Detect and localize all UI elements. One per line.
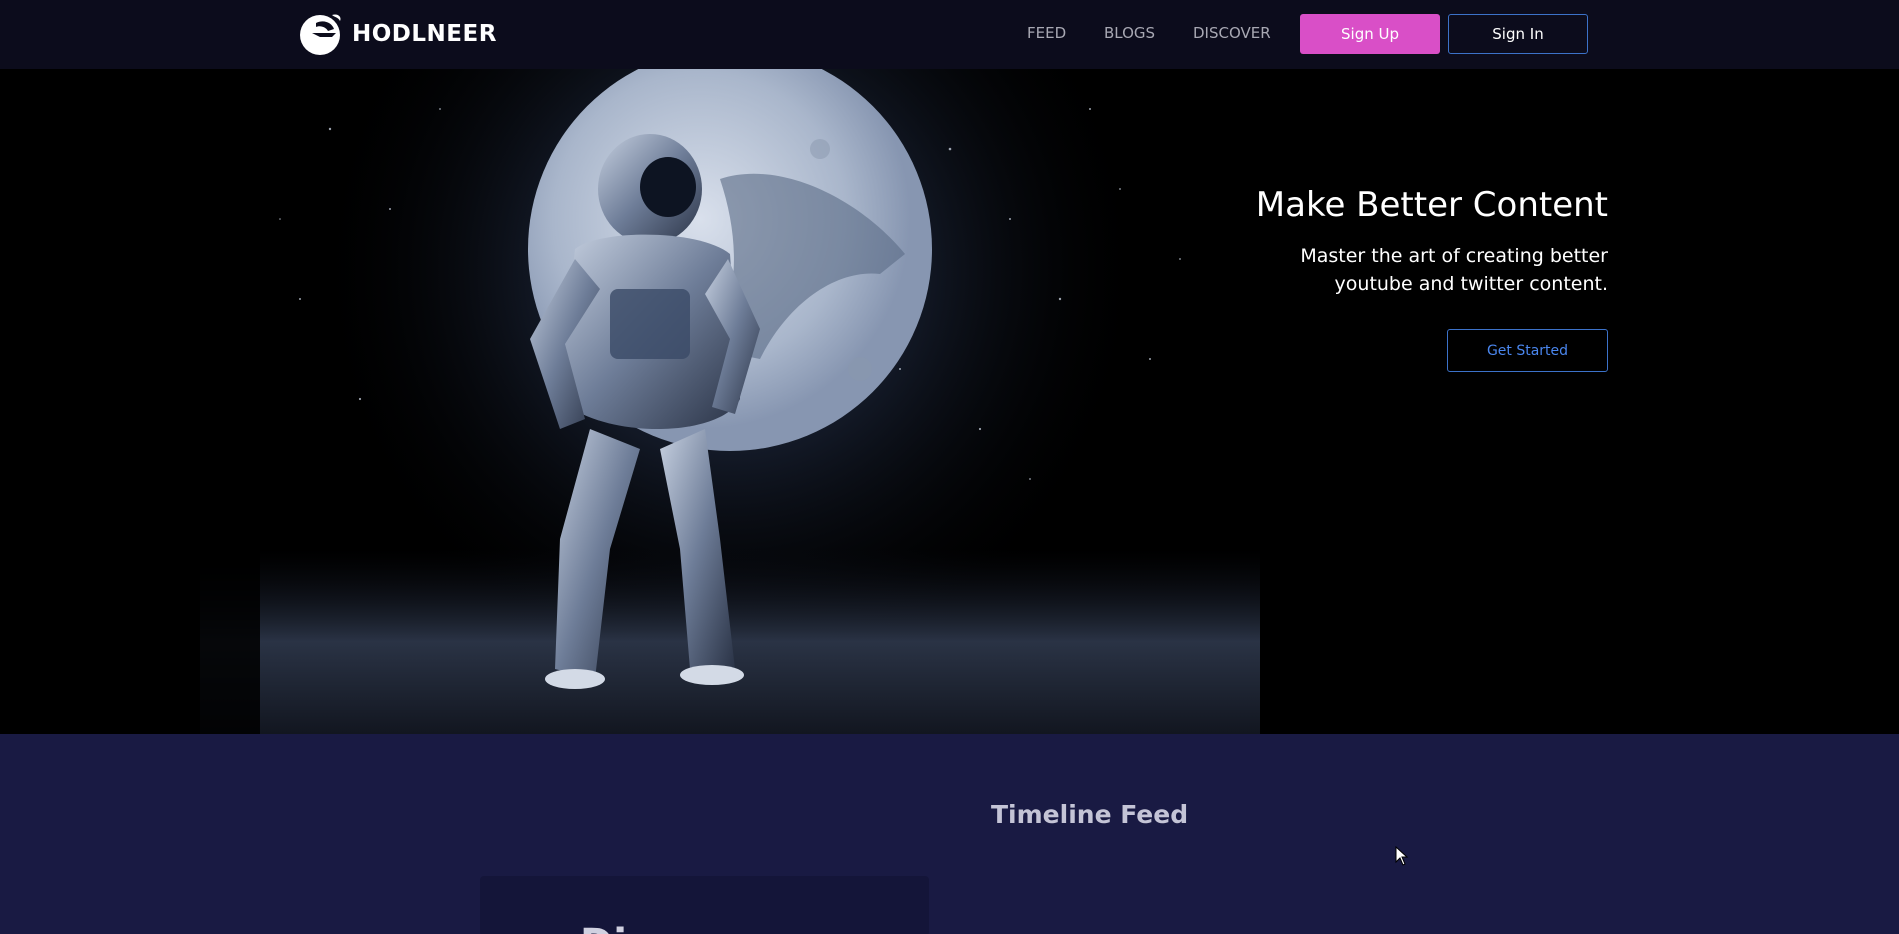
hero-subtitle-line-1: Master the art of creating better <box>1300 245 1608 267</box>
get-started-button[interactable]: Get Started <box>1447 329 1608 372</box>
hero-title: Make Better Content <box>1255 185 1608 225</box>
brand-logo[interactable]: HODLNEER <box>298 11 497 57</box>
hero-section: Make Better Content Master the art of cr… <box>0 69 1899 734</box>
sign-up-button[interactable]: Sign Up <box>1300 14 1440 54</box>
nav-link-feed[interactable]: FEED <box>1027 24 1066 42</box>
hero-subtitle-line-2: youtube and twitter content. <box>1334 273 1608 295</box>
sign-in-button[interactable]: Sign In <box>1448 14 1588 54</box>
nav-link-blogs[interactable]: BLOGS <box>1104 24 1155 42</box>
mouse-cursor-icon <box>1395 846 1409 866</box>
logo-text: HODLNEER <box>352 21 497 47</box>
hero-subtitle: Master the art of creating better youtub… <box>1048 242 1608 298</box>
nav-link-discover[interactable]: DISCOVER <box>1193 24 1271 42</box>
astronaut-moon-illustration <box>0 69 1899 734</box>
card-heading-text: Di.... <box>580 924 700 934</box>
timeline-section: Timeline Feed Di.... <box>0 734 1899 934</box>
card-heading: Di.... <box>580 924 700 934</box>
logo-icon <box>300 14 341 55</box>
timeline-feed-title: Timeline Feed <box>991 800 1189 829</box>
sidebar-card: Di.... <box>480 876 929 934</box>
hero-text-block: Make Better Content Master the art of cr… <box>1048 183 1608 298</box>
top-navbar: HODLNEER FEED BLOGS DISCOVER Sign Up Sig… <box>0 0 1899 69</box>
